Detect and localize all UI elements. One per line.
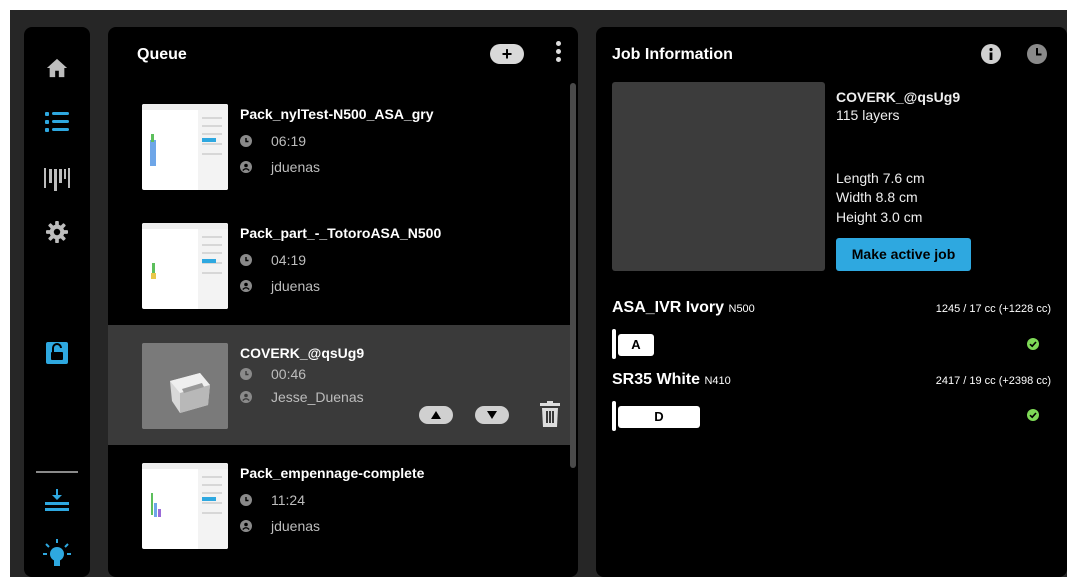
history-clock-icon[interactable] (1027, 44, 1047, 64)
job-user: jduenas (271, 278, 321, 294)
user-icon (240, 520, 252, 532)
queue-item[interactable]: Pack_nylTest-N500_ASA_gry 06:19 jduenas (108, 86, 570, 206)
home-icon[interactable] (46, 57, 68, 79)
lightbulb-icon[interactable] (43, 539, 71, 571)
move-up-button[interactable] (419, 406, 453, 424)
list-icon[interactable] (45, 111, 69, 133)
job-user: jduenas (271, 159, 321, 175)
job-user: Jesse_Duenas (271, 389, 364, 405)
check-circle-icon (1027, 409, 1039, 421)
info-icon[interactable] (981, 44, 1001, 64)
material-name-row: ASA_IVR Ivory N500 (612, 299, 755, 317)
material-printer: N410 (704, 375, 731, 387)
job-time-row: 11:24 (240, 492, 305, 508)
job-time-row: 04:19 (240, 252, 306, 268)
unlock-icon[interactable] (46, 342, 68, 364)
clock-icon (240, 254, 252, 266)
slot-indicator (612, 401, 616, 431)
job-time-row: 00:46 (240, 366, 306, 382)
queue-scrollbar[interactable] (570, 83, 576, 468)
queue-panel: Queue + Pack_nylTest-N500_ASA_gry 06:19 … (108, 27, 578, 577)
material-volume: 2417 / 19 cc (+2398 cc) (935, 375, 1051, 387)
material-name: ASA_IVR Ivory (612, 299, 725, 316)
job-name: Pack_part_-_TotoroASA_N500 (240, 225, 442, 241)
check-circle-icon (1027, 338, 1039, 350)
sidebar (24, 27, 90, 577)
job-time: 00:46 (271, 366, 307, 382)
queue-item-selected[interactable]: COVERK_@qsUg9 00:46 Jesse_Duenas (108, 325, 570, 445)
job-time: 06:19 (271, 133, 307, 149)
job-thumbnail (142, 223, 228, 309)
material-name-row: SR35 White N410 (612, 371, 731, 389)
job-user-row: Jesse_Duenas (240, 389, 364, 405)
job-user-row: jduenas (240, 159, 320, 175)
material-bays-icon[interactable] (44, 166, 70, 192)
job-thumbnail (142, 343, 228, 429)
clock-icon (240, 135, 252, 147)
job-name: COVERK_@qsUg9 (836, 89, 961, 105)
more-menu-button[interactable] (553, 41, 563, 67)
slot-indicator (612, 329, 616, 359)
clock-icon (240, 494, 252, 506)
job-length: Length 7.6 cm (836, 170, 925, 186)
download-icon[interactable] (45, 489, 69, 511)
user-icon (240, 280, 252, 292)
job-info-title: Job Information (612, 46, 733, 63)
job-time: 04:19 (271, 252, 307, 268)
job-layers: 115 layers (836, 107, 900, 123)
arrow-up-icon (431, 411, 441, 419)
queue-item[interactable]: Pack_part_-_TotoroASA_N500 04:19 jduenas (108, 205, 570, 325)
job-user-row: jduenas (240, 518, 320, 534)
move-down-button[interactable] (475, 406, 509, 424)
job-height: Height 3.0 cm (836, 209, 923, 225)
job-thumbnail (142, 463, 228, 549)
material-printer: N500 (728, 303, 755, 315)
job-name: Pack_empennage-complete (240, 465, 425, 481)
job-user-row: jduenas (240, 278, 320, 294)
job-width: Width 8.8 cm (836, 189, 918, 205)
job-time-row: 06:19 (240, 133, 306, 149)
slot-label: A (618, 334, 654, 356)
sidebar-divider (36, 471, 78, 473)
job-user: jduenas (271, 518, 321, 534)
clock-icon (240, 368, 252, 380)
job-name: Pack_nylTest-N500_ASA_gry (240, 106, 434, 122)
material-name: SR35 White (612, 371, 701, 388)
user-icon (240, 391, 252, 403)
make-active-job-button[interactable]: Make active job (836, 238, 971, 271)
job-time: 11:24 (271, 492, 305, 508)
queue-title: Queue (137, 46, 187, 63)
user-icon (240, 161, 252, 173)
gear-icon[interactable] (46, 221, 68, 243)
material-volume: 1245 / 17 cc (+1228 cc) (935, 303, 1051, 315)
slot-label: D (618, 406, 700, 428)
job-information-panel: Job Information COVERK_@qsUg9 115 layers… (596, 27, 1067, 577)
queue-item[interactable]: Pack_empennage-complete 11:24 jduenas (108, 445, 570, 565)
job-name: COVERK_@qsUg9 (240, 345, 365, 361)
job-preview (612, 82, 825, 271)
trash-icon[interactable] (540, 401, 560, 427)
job-thumbnail (142, 104, 228, 190)
arrow-down-icon (487, 411, 497, 419)
add-job-button[interactable]: + (490, 44, 524, 64)
